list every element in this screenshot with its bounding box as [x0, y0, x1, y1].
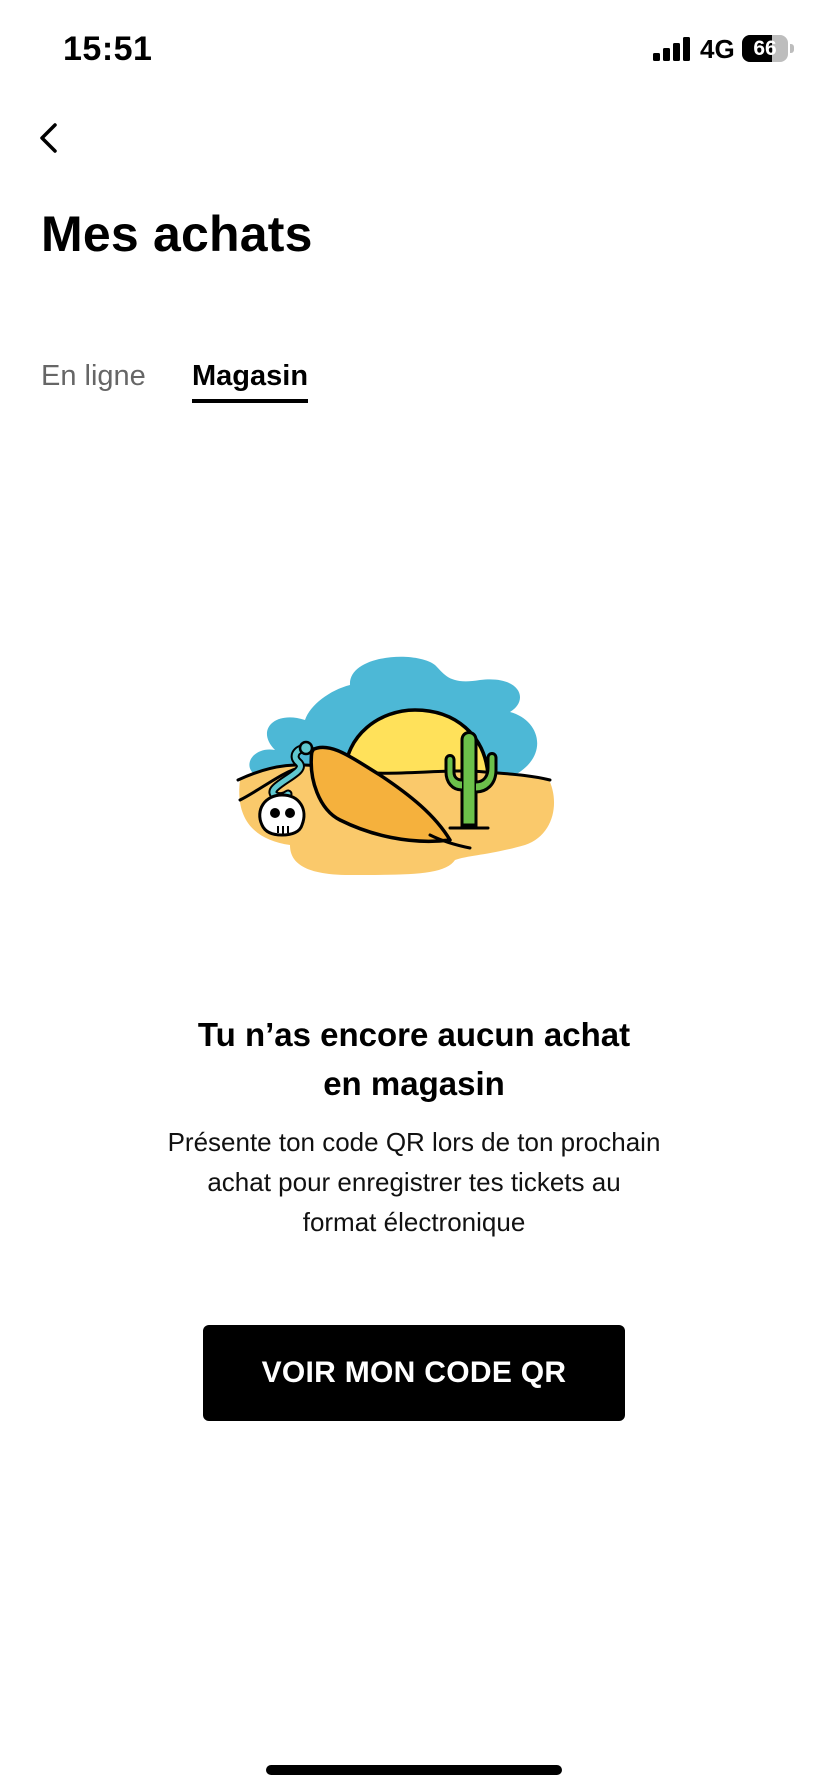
network-type: 4G [700, 34, 735, 64]
tab-en-ligne[interactable]: En ligne [41, 360, 146, 399]
empty-state-title: Tu n’as encore aucun achat en magasin [197, 1016, 631, 1102]
home-indicator[interactable] [266, 1765, 562, 1775]
cellular-signal-icon [653, 37, 690, 61]
page-title: Mes achats [41, 206, 313, 262]
back-button[interactable] [30, 113, 70, 163]
status-bar: 15:51 4G 66 [0, 0, 828, 100]
tab-magasin[interactable]: Magasin [192, 360, 309, 403]
desert-illustration [236, 656, 555, 875]
empty-state-description: Présente ton code QR lors de ton prochai… [167, 1127, 661, 1237]
battery-percentage: 66 [753, 37, 777, 60]
chevron-left-icon [40, 123, 57, 153]
tab-bar: En ligne Magasin [0, 360, 828, 410]
show-qr-code-button[interactable]: VOIR MON CODE QR [203, 1325, 625, 1421]
skull-shape [258, 793, 306, 837]
status-time: 15:51 [63, 30, 153, 68]
battery-icon: 66 [742, 35, 794, 62]
